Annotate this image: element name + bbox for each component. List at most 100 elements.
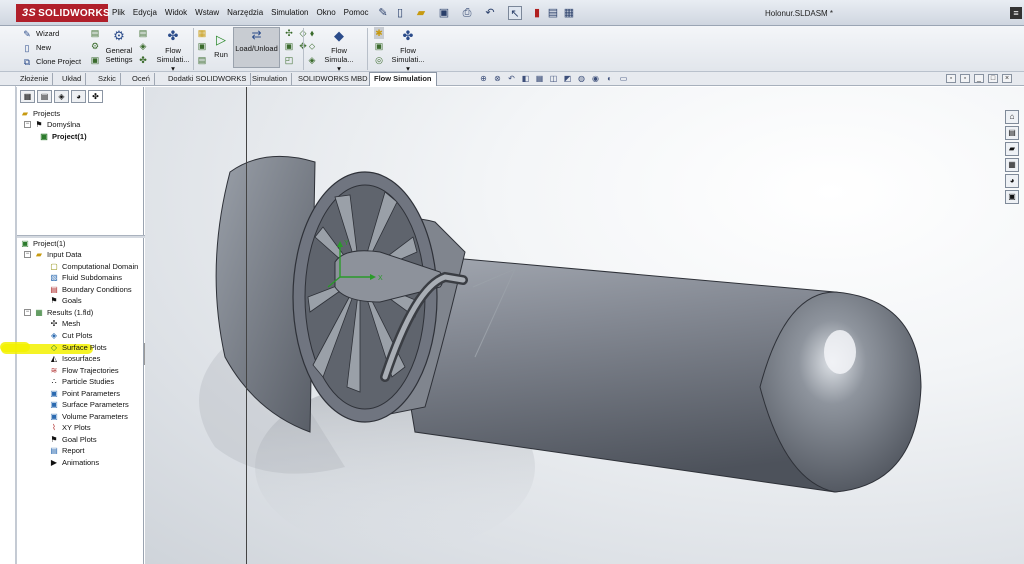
mesh-small-icon[interactable]: ✣ bbox=[284, 27, 294, 39]
view-small-icon[interactable]: ◎ bbox=[374, 54, 384, 66]
collapse-toggle-icon[interactable]: − bbox=[24, 121, 31, 128]
computational-small-icon[interactable]: ▣ bbox=[90, 54, 100, 66]
file-properties-icon[interactable]: ▤ bbox=[546, 6, 560, 20]
surface-params-small-icon[interactable]: ⬦ bbox=[307, 40, 317, 52]
display-style-icon[interactable]: ◩ bbox=[562, 74, 573, 84]
display-manager-tab-icon[interactable]: ◕ bbox=[71, 90, 86, 103]
view-orientation-icon[interactable]: ◫ bbox=[548, 74, 559, 84]
property-manager-tab-icon[interactable]: ▤ bbox=[37, 90, 52, 103]
tree-volume-parameters[interactable]: ▣ Volume Parameters bbox=[49, 411, 128, 422]
tree-isosurfaces[interactable]: ◭ Isosurfaces bbox=[49, 353, 100, 364]
apply-scene-icon[interactable]: ◐ bbox=[604, 74, 615, 84]
view-palette-icon[interactable]: ▦ bbox=[1005, 158, 1019, 172]
dynamic-annotation-icon[interactable]: ▦ bbox=[534, 74, 545, 84]
tab-evaluate[interactable]: Oceń bbox=[128, 73, 155, 85]
flow-simulation-tools-button[interactable]: ✤ Flow Simulati... ▾ bbox=[390, 28, 426, 73]
save-icon[interactable]: ▣ bbox=[437, 6, 451, 20]
pin-icon[interactable]: ✎ bbox=[376, 6, 390, 20]
solver-small-icon[interactable]: ▤ bbox=[197, 54, 207, 66]
tree-fluid-subdomains[interactable]: ▧ Fluid Subdomains bbox=[49, 272, 122, 283]
zoom-area-icon[interactable]: ⊗ bbox=[492, 74, 503, 84]
boundary-small-icon[interactable]: ▤ bbox=[138, 27, 148, 39]
wizard-button[interactable]: ✎ Wizard bbox=[22, 28, 59, 40]
tab-addins[interactable]: Dodatki SOLIDWORKS bbox=[164, 73, 252, 85]
menu-help[interactable]: Pomoc bbox=[344, 8, 369, 17]
configuration-manager-tab-icon[interactable]: ◈ bbox=[54, 90, 69, 103]
tree-animations[interactable]: ▶ Animations bbox=[49, 457, 99, 468]
minimize-icon[interactable]: _ bbox=[974, 74, 984, 83]
appearances-icon[interactable]: ◕ bbox=[1005, 174, 1019, 188]
tab-simulation[interactable]: Simulation bbox=[248, 73, 293, 85]
tree-cut-plots[interactable]: ◈ Cut Plots bbox=[49, 330, 93, 341]
undo-icon[interactable]: ↶ bbox=[483, 6, 497, 20]
general-settings-button[interactable]: ⚙ General Settings bbox=[104, 28, 134, 64]
select-arrow-icon[interactable]: ↖ bbox=[508, 6, 522, 20]
settings-small-icon[interactable]: ▤ bbox=[90, 27, 100, 39]
display-small-icon[interactable]: ▣ bbox=[374, 40, 384, 52]
tree-report[interactable]: ▤ Report bbox=[49, 445, 84, 456]
feature-manager-tab-icon[interactable]: ▦ bbox=[20, 90, 35, 103]
tree-default[interactable]: − ⚑ Domyślna bbox=[24, 119, 80, 130]
hide-show-icon[interactable]: ◍ bbox=[576, 74, 587, 84]
edit-appearance-icon[interactable]: ◉ bbox=[590, 74, 601, 84]
tree-particle-studies[interactable]: ∴ Particle Studies bbox=[49, 376, 114, 387]
menu-insert[interactable]: Wstaw bbox=[195, 8, 219, 17]
flow-simulation-results-button[interactable]: ◆ Flow Simula... ▾ bbox=[322, 28, 356, 73]
tools-small-icon[interactable]: ⚙ bbox=[90, 40, 100, 52]
goal-small-icon[interactable]: ◈ bbox=[138, 40, 148, 52]
window-menu-icon[interactable]: ≡ bbox=[1010, 7, 1022, 19]
tab-sketch[interactable]: Szkic bbox=[94, 73, 121, 85]
tree-point-parameters[interactable]: ▣ Point Parameters bbox=[49, 388, 120, 399]
tab-layout[interactable]: Układ bbox=[58, 73, 87, 85]
section-view-icon[interactable]: ◧ bbox=[520, 74, 531, 84]
flow-simulation-feature-button[interactable]: ✤ Flow Simulati... ▾ bbox=[152, 28, 194, 73]
custom-properties-icon[interactable]: ▣ bbox=[1005, 190, 1019, 204]
collapse-toggle-icon[interactable]: − bbox=[24, 251, 31, 258]
options-icon[interactable]: ▦ bbox=[562, 6, 576, 20]
point-params-small-icon[interactable]: ⬧ bbox=[307, 27, 317, 39]
tab-flow-simulation[interactable]: Flow Simulation bbox=[369, 72, 437, 86]
tab-assembly[interactable]: Złożenie bbox=[16, 73, 54, 85]
new-button[interactable]: ▯ New bbox=[22, 42, 52, 54]
menu-view[interactable]: Widok bbox=[165, 8, 187, 17]
tree-results[interactable]: − ▦ Results (1.fld) bbox=[24, 307, 93, 318]
tree-input-data[interactable]: − ▰ Input Data bbox=[24, 249, 82, 260]
view-settings-icon[interactable]: ▭ bbox=[618, 74, 629, 84]
batch-small-icon[interactable]: ▣ bbox=[197, 40, 207, 52]
graphics-area[interactable]: X Y bbox=[145, 87, 1024, 564]
cut-plot-small-icon[interactable]: ▣ bbox=[284, 40, 294, 52]
open-folder-icon[interactable]: ▰ bbox=[414, 6, 428, 20]
restore-icon[interactable]: ▫ bbox=[960, 74, 970, 83]
maximize-icon[interactable]: □ bbox=[988, 74, 998, 83]
volume-params-small-icon[interactable]: ◈ bbox=[307, 54, 317, 66]
tree-boundary-conditions[interactable]: ▤ Boundary Conditions bbox=[49, 284, 131, 295]
tree-xy-plots[interactable]: ⌇ XY Plots bbox=[49, 422, 91, 433]
tree-surface-plots[interactable]: ◇ Surface Plots bbox=[49, 342, 107, 353]
collapse-toggle-icon[interactable]: − bbox=[24, 309, 31, 316]
tree-projects[interactable]: ▰ Projects bbox=[20, 108, 60, 119]
fan-small-icon[interactable]: ✤ bbox=[138, 54, 148, 66]
file-explorer-icon[interactable]: ▰ bbox=[1005, 142, 1019, 156]
surface-plot-small-icon[interactable]: ◰ bbox=[284, 54, 294, 66]
menu-tools[interactable]: Narzędzia bbox=[227, 8, 263, 17]
tree-mesh[interactable]: ✣ Mesh bbox=[49, 318, 81, 329]
run-setup-small-icon[interactable]: ▦ bbox=[197, 27, 207, 39]
close-icon[interactable]: × bbox=[1002, 74, 1012, 83]
clone-project-button[interactable]: ⧉ Clone Project bbox=[22, 56, 81, 68]
print-icon[interactable]: ⎙ bbox=[460, 6, 474, 20]
tree-flow-trajectories[interactable]: ≋ Flow Trajectories bbox=[49, 365, 119, 376]
solidworks-logo[interactable]: 3S SOLIDWORKS bbox=[16, 4, 110, 22]
run-button[interactable]: ▷ Run bbox=[211, 32, 231, 59]
light-bulb-small-icon[interactable]: ✱ bbox=[374, 27, 384, 39]
menu-simulation[interactable]: Simulation bbox=[271, 8, 308, 17]
menu-edit[interactable]: Edycja bbox=[133, 8, 157, 17]
tab-mbd[interactable]: SOLIDWORKS MBD bbox=[294, 73, 373, 85]
flow-analysis-tab-icon[interactable]: ✤ bbox=[88, 90, 103, 103]
tree-goal-plots[interactable]: ⚑ Goal Plots bbox=[49, 434, 96, 445]
home-icon[interactable]: ⌂ bbox=[1005, 110, 1019, 124]
menu-file[interactable]: Plik bbox=[112, 8, 125, 17]
zoom-fit-icon[interactable]: ⊕ bbox=[478, 74, 489, 84]
tile-icon[interactable]: ▫ bbox=[946, 74, 956, 83]
design-library-icon[interactable]: ▤ bbox=[1005, 126, 1019, 140]
previous-view-icon[interactable]: ↶ bbox=[506, 74, 517, 84]
